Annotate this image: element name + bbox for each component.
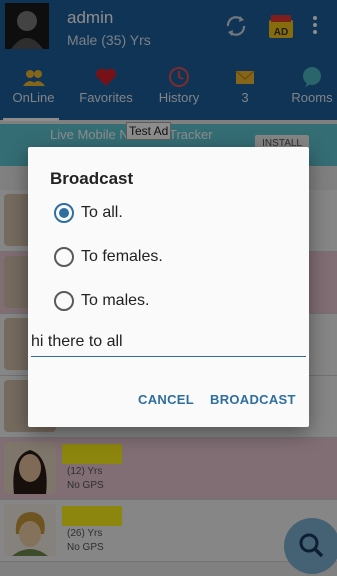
broadcast-message-input[interactable]	[31, 327, 306, 357]
broadcast-button[interactable]: BROADCAST	[210, 392, 296, 407]
radio-option-females[interactable]: To females.	[54, 243, 294, 271]
radio-option-males[interactable]: To males.	[54, 287, 294, 315]
cancel-button[interactable]: CANCEL	[138, 392, 194, 407]
radio-label: To males.	[81, 292, 150, 309]
radio-button[interactable]	[54, 291, 74, 311]
broadcast-dialog: Broadcast To all. To females. To males. …	[28, 147, 309, 427]
radio-option-all[interactable]: To all.	[54, 199, 294, 227]
radio-button[interactable]	[54, 203, 74, 223]
radio-label: To females.	[81, 248, 163, 265]
radio-label: To all.	[81, 204, 123, 221]
dialog-title: Broadcast	[50, 169, 134, 188]
radio-button[interactable]	[54, 247, 74, 267]
